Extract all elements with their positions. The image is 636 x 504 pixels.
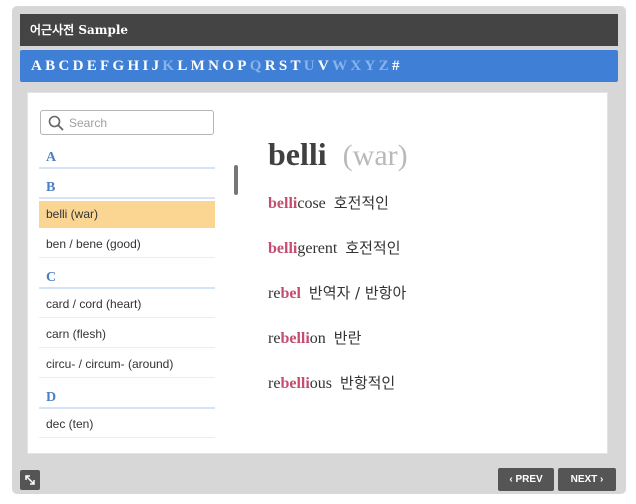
letter-heading: B — [39, 171, 215, 199]
derived-word-english: belligerent — [268, 240, 337, 257]
word-root-highlight: belli — [280, 375, 310, 392]
search-icon — [48, 115, 64, 135]
headword-root: belli — [268, 136, 327, 172]
root-list-item[interactable]: dec (ten) — [39, 411, 215, 438]
alphabet-letter-x: X — [350, 57, 362, 74]
alphabet-letter-h[interactable]: H — [127, 58, 139, 75]
chevron-left-icon: ‹ — [509, 474, 513, 485]
list-scrollbar[interactable] — [234, 165, 238, 195]
fullscreen-button[interactable] — [20, 470, 40, 490]
alphabet-letter-m[interactable]: M — [191, 58, 205, 75]
alphabet-letter-b[interactable]: B — [45, 58, 55, 75]
word-root-highlight: belli — [268, 195, 298, 212]
detail-headword: belli (war) — [268, 136, 408, 173]
derived-word-korean: 호전적인 — [345, 239, 401, 257]
alphabet-letter-k: K — [162, 57, 175, 74]
derived-word-row: rebellion 반란 — [268, 327, 361, 348]
alphabet-letter-r[interactable]: R — [265, 58, 276, 75]
expand-icon — [25, 475, 35, 485]
root-list-item[interactable]: circu- / circum- (around) — [39, 351, 215, 378]
word-root-highlight: belli — [280, 330, 310, 347]
word-affix: re — [268, 330, 281, 347]
alphabet-letter-v[interactable]: V — [318, 58, 329, 75]
alphabet-letter-o[interactable]: O — [222, 58, 234, 75]
search-input[interactable] — [69, 113, 209, 132]
alphabet-letter-i[interactable]: I — [142, 58, 148, 75]
alphabet-letter-f[interactable]: F — [100, 58, 109, 75]
alphabet-letter-u: U — [303, 57, 315, 74]
alphabet-letter-z: Z — [378, 57, 389, 74]
alphabet-letter-q: Q — [249, 57, 262, 74]
word-affix: re — [268, 375, 281, 392]
alphabet-letter-t[interactable]: T — [290, 58, 300, 75]
alphabet-letter-w: W — [332, 57, 348, 74]
chevron-right-icon: › — [600, 474, 604, 485]
word-root-highlight: bel — [280, 285, 301, 302]
derived-word-english: rebellious — [268, 375, 332, 392]
next-label: NEXT — [570, 474, 598, 485]
root-list-item[interactable]: card / cord (heart) — [39, 291, 215, 318]
root-list-item[interactable]: belli (war) — [39, 201, 215, 228]
derived-word-korean: 반역자 / 반항아 — [308, 284, 407, 302]
letter-heading: A — [39, 141, 215, 169]
root-list-item[interactable]: ben / bene (good) — [39, 231, 215, 258]
prev-button[interactable]: ‹ PREV — [498, 468, 554, 491]
derived-word-row: bellicose 호전적인 — [268, 192, 389, 213]
alphabet-letter-g[interactable]: G — [113, 58, 125, 75]
alphabet-letter-l[interactable]: L — [177, 58, 187, 75]
word-affix: re — [268, 285, 281, 302]
alphabet-letter-y: Y — [364, 57, 376, 74]
alphabet-letter-n[interactable]: N — [208, 58, 219, 75]
derived-word-english: bellicose — [268, 195, 326, 212]
prev-label: PREV — [515, 474, 543, 485]
letter-heading: D — [39, 381, 215, 409]
alphabet-index-bar: A B C D E F G H I J K L M N O P Q R S T U V W X Y Z # — [20, 50, 618, 82]
letter-heading: C — [39, 261, 215, 289]
derived-word-korean: 호전적인 — [333, 194, 389, 212]
alphabet-letter-d[interactable]: D — [73, 58, 84, 75]
alphabet-letter-c[interactable]: C — [58, 58, 69, 75]
alphabet-letter-e[interactable]: E — [87, 58, 97, 75]
alphabet-letter-hash[interactable]: # — [392, 58, 400, 75]
derived-word-row: rebel 반역자 / 반항아 — [268, 282, 406, 303]
word-affix: on — [309, 330, 326, 347]
content-panel: ABbelli (war) ben / bene (good) Ccard / co… — [27, 92, 608, 454]
app-title: 어근사전 Sample — [20, 14, 618, 46]
word-affix: cose — [297, 195, 326, 212]
root-list-item[interactable]: carn (flesh) — [39, 321, 215, 348]
derived-word-english: rebel — [268, 285, 301, 302]
next-button[interactable]: NEXT › — [558, 468, 616, 491]
derived-word-korean: 반란 — [333, 329, 362, 347]
word-root-highlight: belli — [268, 240, 298, 257]
app-frame: 어근사전 Sample A B C D E F G H I J K L M N O P Q R S T U V W X Y Z # … — [12, 6, 626, 494]
alphabet-letter-p[interactable]: P — [237, 58, 246, 75]
derived-word-korean: 반항적인 — [340, 374, 396, 392]
word-affix: gerent — [297, 240, 338, 257]
derived-word-row: rebellious 반항적인 — [268, 372, 395, 393]
derived-word-row: belligerent 호전적인 — [268, 237, 401, 258]
search-box — [40, 110, 214, 135]
alphabet-letter-a[interactable]: A — [31, 58, 42, 75]
root-list[interactable]: A Bbelli (war) ben / bene (good) Ccard / co… — [39, 141, 215, 447]
alphabet-letter-s[interactable]: S — [279, 58, 287, 75]
derived-word-english: rebellion — [268, 330, 326, 347]
word-affix: ous — [309, 375, 333, 392]
alphabet-letter-j[interactable]: J — [152, 58, 160, 75]
headword-meaning: (war) — [342, 139, 408, 172]
